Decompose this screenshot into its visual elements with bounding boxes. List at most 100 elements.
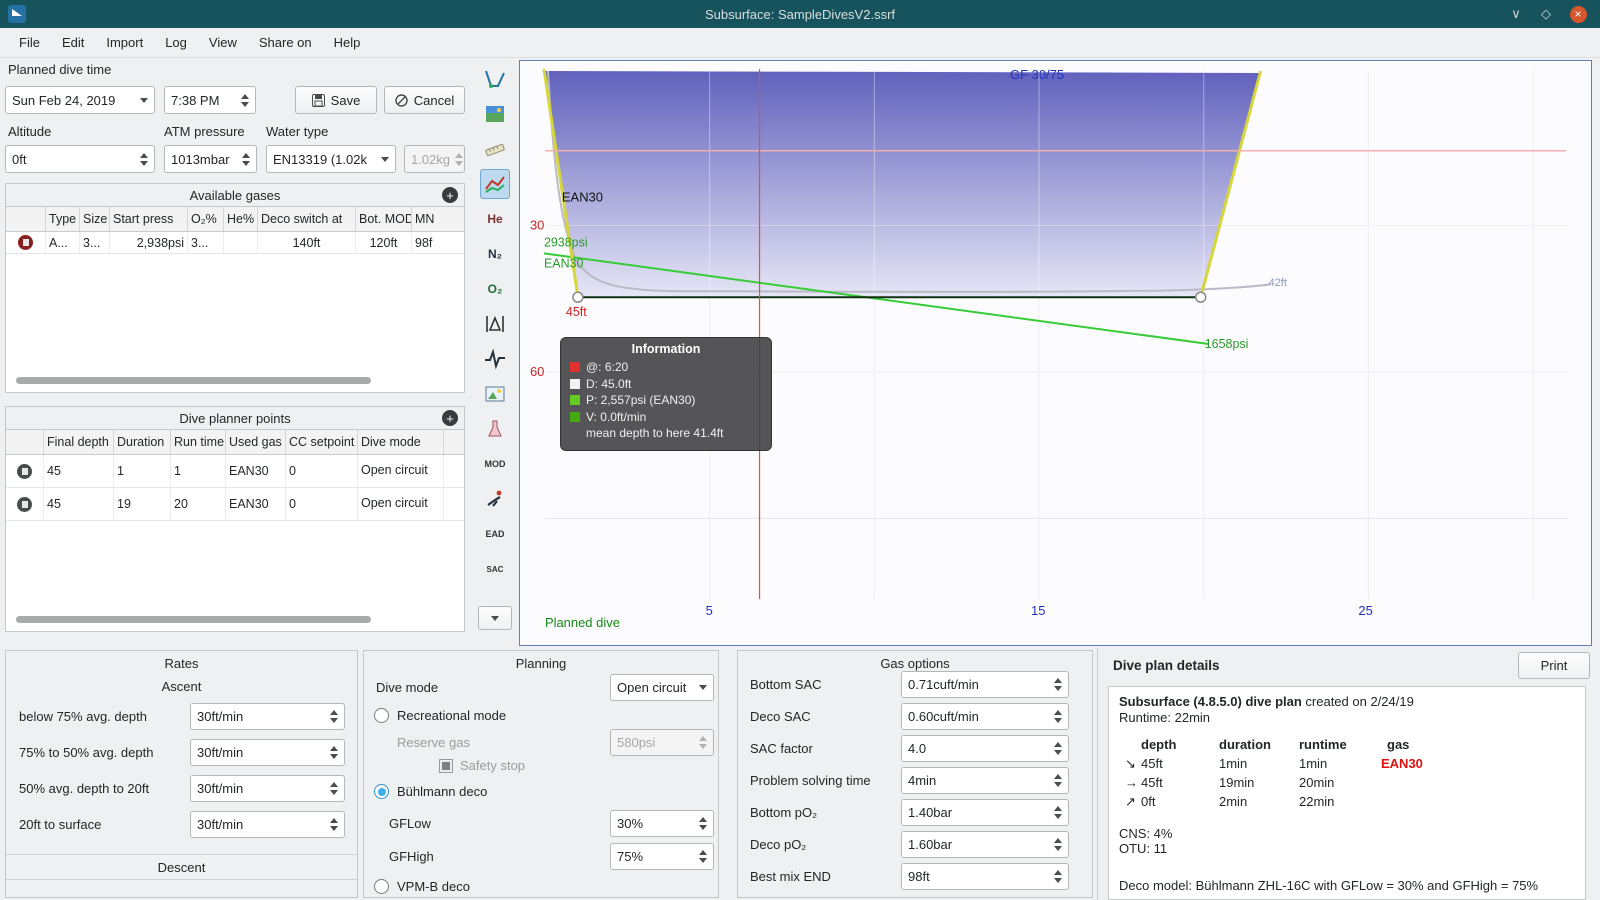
col-type[interactable]: Type [46,207,80,231]
ceiling-toggle-icon[interactable] [480,309,510,339]
problem-solving-time-spinbox[interactable]: 4min [901,767,1069,794]
spin-buttons[interactable] [694,850,707,863]
minimize-button[interactable]: ∨ [1502,0,1530,28]
remove-gas-icon[interactable] [18,235,33,250]
col-cc-setpoint[interactable]: CC setpoint [286,430,358,454]
bottom-po2-spinbox[interactable]: 1.40bar [901,799,1069,826]
gfhigh-spinbox[interactable]: 75% [610,843,714,870]
gflow-spinbox[interactable]: 30% [610,810,714,837]
point-row-1[interactable]: 45 1 1 EAN30 0 Open circuit [6,455,464,488]
rate-spinbox-3[interactable]: 30ft/min [190,775,345,802]
cancel-button[interactable]: Cancel [384,86,465,114]
gases-horizontal-scrollbar[interactable] [16,377,371,384]
spin-buttons[interactable] [1049,710,1062,723]
spin-buttons[interactable] [1049,838,1062,851]
ead-toggle-icon[interactable]: EAD [480,519,510,549]
rate-spinbox-2[interactable]: 30ft/min [190,739,345,766]
deco-po2-spinbox[interactable]: 1.60bar [901,831,1069,858]
menu-import[interactable]: Import [95,31,154,54]
col-bot-mod[interactable]: Bot. MOD [356,207,412,231]
diver-toggle-icon[interactable] [480,484,510,514]
dive-time-spinbox[interactable]: 7:38 PM [164,86,256,114]
buhlmann-deco-label[interactable]: Bühlmann deco [397,784,487,799]
vpmb-deco-label[interactable]: VPM-B deco [397,879,470,894]
rate-spinbox-1[interactable]: 30ft/min [190,703,345,730]
col-dive-mode[interactable]: Dive mode [358,430,444,454]
spin-buttons[interactable] [694,817,707,830]
atm-pressure-spinbox[interactable]: 1013mbar [164,145,257,173]
toolbar-scroll-down-button[interactable] [478,606,512,630]
heart-rate-toggle-icon[interactable] [480,344,510,374]
bottom-sac-spinbox[interactable]: 0.71cuft/min [901,671,1069,698]
col-final-depth[interactable]: Final depth [44,430,114,454]
points-horizontal-scrollbar[interactable] [16,616,371,623]
spin-buttons[interactable] [325,746,338,759]
recreational-mode-label[interactable]: Recreational mode [397,708,506,723]
phe-toggle-icon[interactable]: He [480,204,510,234]
rate-spinbox-4[interactable]: 30ft/min [190,811,345,838]
spin-buttons[interactable] [325,710,338,723]
col-start-press[interactable]: Start press [110,207,188,231]
menu-help[interactable]: Help [323,31,372,54]
menu-share-on[interactable]: Share on [248,31,323,54]
pictures-toggle-icon[interactable] [480,379,510,409]
recreational-mode-radio[interactable] [374,708,389,723]
po2-toggle-icon[interactable]: O₂ [480,274,510,304]
add-point-button[interactable]: + [442,410,458,426]
col-used-gas[interactable]: Used gas [226,430,286,454]
col-duration[interactable]: Duration [114,430,171,454]
descent-section-header[interactable]: Descent [6,854,357,880]
spin-buttons[interactable] [237,152,250,166]
spin-buttons[interactable] [325,782,338,795]
mod-toggle-icon[interactable]: MOD [480,449,510,479]
vpmb-deco-radio[interactable] [374,879,389,894]
menu-file[interactable]: File [8,31,51,54]
add-gas-button[interactable]: + [442,187,458,203]
col-size[interactable]: Size [80,207,110,231]
col-run-time[interactable]: Run time [171,430,226,454]
spin-buttons[interactable] [325,818,338,831]
save-button[interactable]: Save [295,86,377,114]
spin-buttons[interactable] [1049,806,1062,819]
maximize-button[interactable]: ◇ [1532,0,1560,28]
point-row-2[interactable]: 45 19 20 EAN30 0 Open circuit [6,488,464,521]
waypoint-handle[interactable] [572,291,584,303]
spin-buttons[interactable] [135,152,148,166]
close-button[interactable]: × [1564,0,1592,28]
dive-date-combobox[interactable]: Sun Feb 24, 2019 [5,86,155,114]
menu-view[interactable]: View [198,31,248,54]
best-mix-end-spinbox[interactable]: 98ft [901,863,1069,890]
col-deco-switch[interactable]: Deco switch at [258,207,356,231]
sac-factor-spinbox[interactable]: 4.0 [901,735,1069,762]
waypoint-handle[interactable] [1194,291,1207,303]
menu-edit[interactable]: Edit [51,31,95,54]
pp-graphs-toggle-icon[interactable] [480,169,510,199]
pn2-toggle-icon[interactable]: N₂ [480,239,510,269]
remove-point-icon[interactable] [17,463,32,479]
profile-toggle-icon[interactable] [480,64,510,94]
col-mnd[interactable]: MN [412,207,464,231]
spin-buttons[interactable] [1049,774,1062,787]
col-he[interactable]: He% [224,207,258,231]
buhlmann-deco-radio[interactable] [374,784,389,799]
spin-buttons[interactable] [1049,742,1062,755]
menu-log[interactable]: Log [154,31,198,54]
spin-down-icon[interactable] [241,101,249,107]
tank-bar-toggle-icon[interactable] [480,414,510,444]
ruler-toggle-icon[interactable] [480,134,510,164]
spin-buttons[interactable] [1049,870,1062,883]
print-button[interactable]: Print [1518,652,1590,679]
photo-toggle-icon[interactable] [480,99,510,129]
dive-mode-combobox[interactable]: Open circuit [610,674,714,701]
water-type-combobox[interactable]: EN13319 (1.02k [266,145,396,173]
deco-sac-spinbox[interactable]: 0.60cuft/min [901,703,1069,730]
remove-point-icon[interactable] [17,496,32,512]
dive-profile-chart[interactable]: GF 30/75 EAN30 2938psi EAN30 45ft 1658ps… [519,60,1592,646]
altitude-spinbox[interactable]: 0ft [5,145,155,173]
col-o2[interactable]: O₂% [188,207,224,231]
gas-row[interactable]: A... 3... 2,938psi 3... 140ft 120ft 98f [6,232,464,254]
spin-up-icon[interactable] [241,93,249,99]
sac-toggle-icon[interactable]: SAC [480,554,510,584]
spin-buttons[interactable] [236,93,249,107]
spin-buttons[interactable] [1049,678,1062,691]
